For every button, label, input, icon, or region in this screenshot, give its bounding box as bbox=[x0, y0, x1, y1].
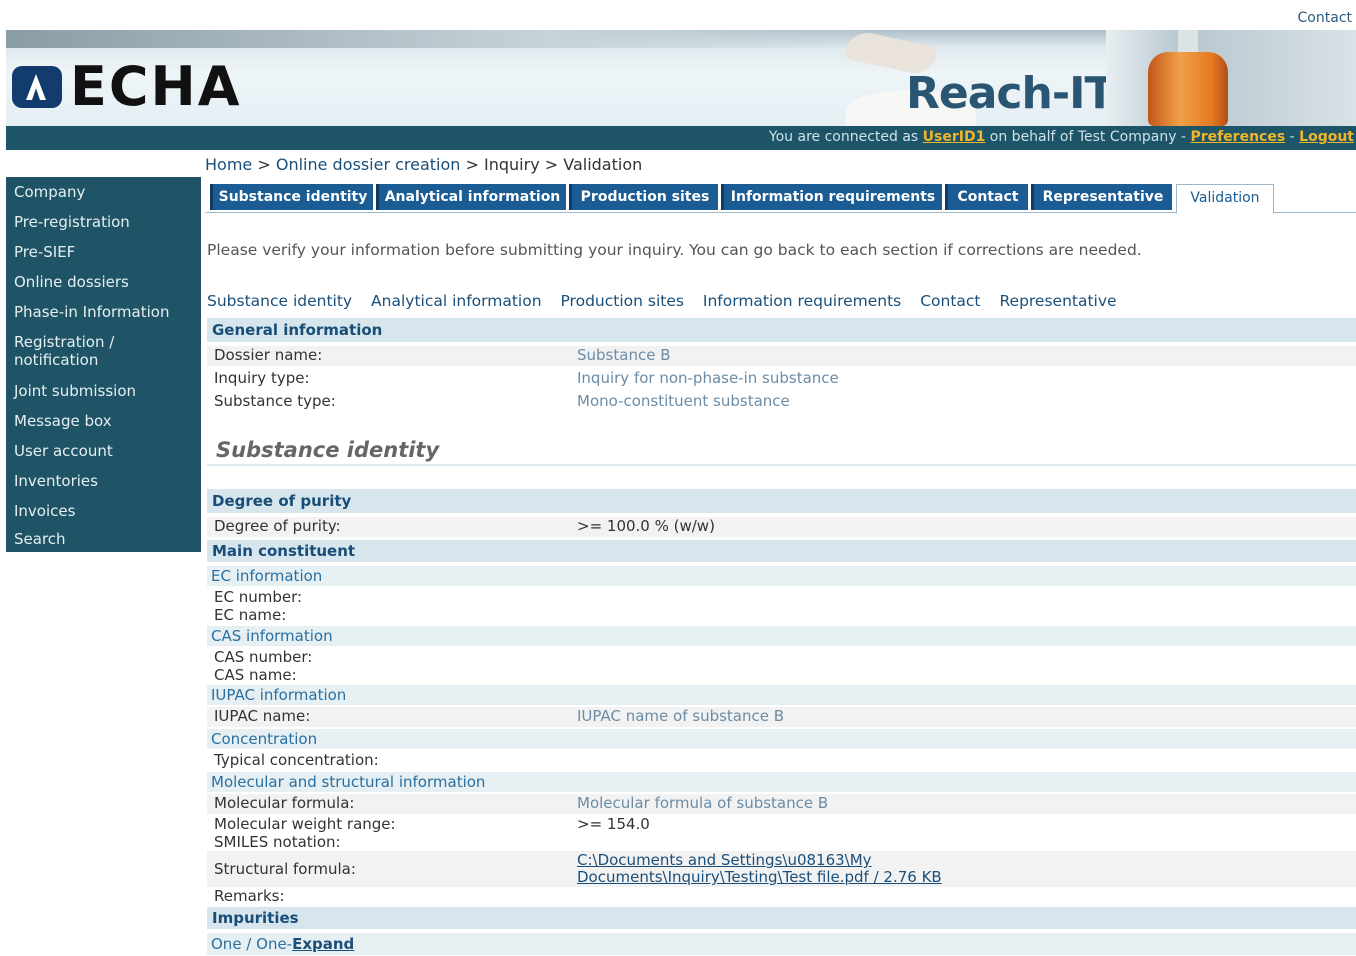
molecular-structural-subheader: Molecular and structural information bbox=[207, 772, 1356, 792]
cas-information-subheader: CAS information bbox=[207, 626, 1356, 646]
echa-emblem-icon bbox=[12, 66, 62, 108]
link-production-sites[interactable]: Production sites bbox=[560, 292, 683, 310]
molecular-weight-value: >= 154.0 bbox=[577, 815, 650, 833]
iupac-name-value: IUPAC name of substance B bbox=[577, 707, 785, 725]
sidebar-item-online-dossiers[interactable]: Online dossiers bbox=[6, 273, 137, 291]
tab-substance-identity[interactable]: Substance identity bbox=[210, 184, 373, 210]
sidebar-item-phase-in[interactable]: Phase-in Information bbox=[6, 303, 177, 321]
substance-type-value: Mono-constituent substance bbox=[577, 392, 790, 410]
user-id-link[interactable]: UserID1 bbox=[923, 129, 986, 145]
link-substance-identity[interactable]: Substance identity bbox=[207, 292, 352, 310]
sidebar-item-joint-submission[interactable]: Joint submission bbox=[6, 382, 144, 400]
impurity-item: One / One-Expand bbox=[207, 933, 1356, 955]
reach-it-title: Reach-IT bbox=[906, 68, 1114, 119]
sidebar-item-registration[interactable]: Registration / notification bbox=[6, 333, 172, 369]
molecular-formula-value: Molecular formula of substance B bbox=[577, 794, 829, 812]
tab-analytical-information[interactable]: Analytical information bbox=[376, 184, 566, 210]
dossier-name-value: Substance B bbox=[577, 346, 671, 364]
intro-text: Please verify your information before su… bbox=[207, 241, 1142, 259]
preferences-link[interactable]: Preferences bbox=[1190, 129, 1285, 145]
section-links: Substance identity Analytical informatio… bbox=[207, 292, 1131, 310]
laboratory-image bbox=[1106, 30, 1356, 126]
tab-validation[interactable]: Validation bbox=[1176, 184, 1274, 214]
substance-identity-title: Substance identity bbox=[216, 438, 440, 462]
breadcrumb: Home > Online dossier creation > Inquiry… bbox=[205, 155, 643, 174]
structural-formula-file-link[interactable]: C:\Documents and Settings\u08163\My Docu… bbox=[577, 852, 942, 886]
link-representative[interactable]: Representative bbox=[999, 292, 1116, 310]
impurities-header: Impurities bbox=[207, 907, 1356, 929]
breadcrumb-online-dossier[interactable]: Online dossier creation bbox=[276, 155, 461, 174]
echa-logo[interactable]: ECHA bbox=[12, 60, 242, 114]
inquiry-type-value: Inquiry for non-phase-in substance bbox=[577, 369, 839, 387]
sidebar-item-user-account[interactable]: User account bbox=[6, 442, 121, 460]
ec-information-subheader: EC information bbox=[207, 566, 1356, 586]
top-contact-link[interactable]: Contact bbox=[1298, 10, 1352, 26]
main-constituent-header: Main constituent bbox=[207, 540, 1356, 562]
echa-logo-text: ECHA bbox=[70, 55, 242, 118]
sidebar: Company Pre-registration Pre-SIEF Online… bbox=[6, 177, 201, 552]
sidebar-item-invoices[interactable]: Invoices bbox=[6, 502, 83, 520]
degree-of-purity-header: Degree of purity bbox=[207, 489, 1356, 513]
sidebar-item-pre-sief[interactable]: Pre-SIEF bbox=[6, 243, 83, 261]
logout-link[interactable]: Logout bbox=[1299, 129, 1354, 145]
sidebar-item-message-box[interactable]: Message box bbox=[6, 412, 120, 430]
sidebar-item-company[interactable]: Company bbox=[6, 183, 93, 201]
degree-of-purity-value: >= 100.0 % (w/w) bbox=[577, 517, 715, 535]
top-bar: Contact bbox=[0, 0, 1356, 30]
link-analytical-information[interactable]: Analytical information bbox=[371, 292, 542, 310]
tab-representative[interactable]: Representative bbox=[1031, 184, 1172, 210]
tab-information-requirements[interactable]: Information requirements bbox=[721, 184, 942, 210]
header-banner: ECHA Reach-IT bbox=[6, 30, 1356, 126]
link-information-requirements[interactable]: Information requirements bbox=[703, 292, 901, 310]
concentration-subheader: Concentration bbox=[207, 729, 1356, 749]
sidebar-item-search[interactable]: Search bbox=[6, 530, 74, 548]
expand-link[interactable]: Expand bbox=[292, 935, 354, 953]
general-information-header: General information bbox=[207, 318, 1356, 342]
flask-icon bbox=[1148, 52, 1228, 126]
connection-bar: You are connected as UserID1 on behalf o… bbox=[6, 126, 1356, 150]
iupac-information-subheader: IUPAC information bbox=[207, 685, 1356, 705]
tab-production-sites[interactable]: Production sites bbox=[569, 184, 718, 210]
tab-bar: Substance identity Analytical informatio… bbox=[205, 182, 1356, 214]
breadcrumb-home[interactable]: Home bbox=[205, 155, 252, 174]
sidebar-item-pre-registration[interactable]: Pre-registration bbox=[6, 213, 138, 231]
tab-contact[interactable]: Contact bbox=[945, 184, 1028, 210]
sidebar-item-inventories[interactable]: Inventories bbox=[6, 472, 106, 490]
link-contact[interactable]: Contact bbox=[920, 292, 980, 310]
